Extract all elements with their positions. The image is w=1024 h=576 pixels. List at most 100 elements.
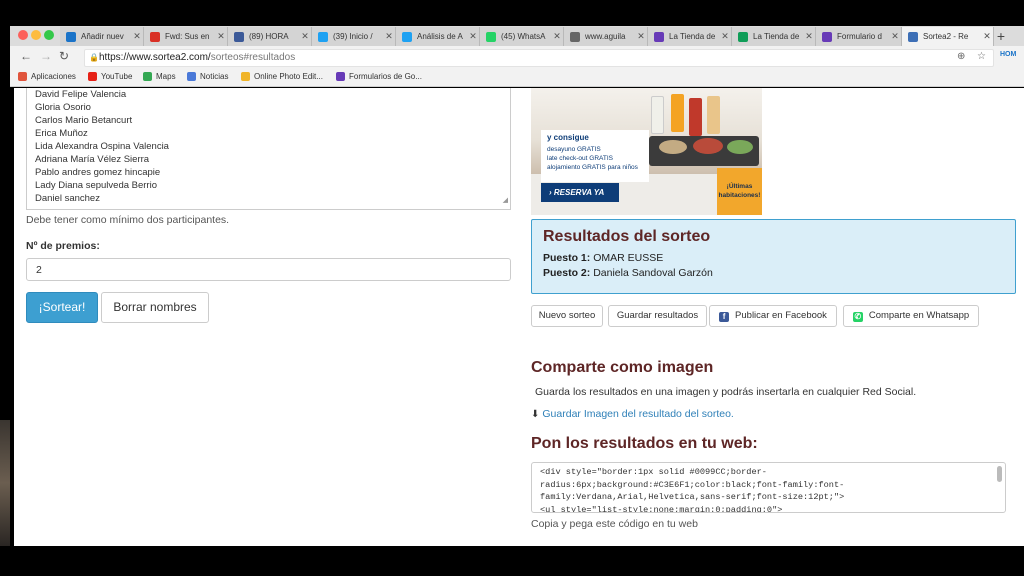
bookmark-label: Online Photo Edit...: [254, 72, 323, 81]
forward-icon[interactable]: →: [40, 49, 52, 63]
participant-name: Lida Alexandra Ospina Valencia: [35, 141, 169, 152]
participant-name: Gloria Osorio: [35, 102, 91, 113]
globe-icon: [570, 31, 580, 42]
ad-line: alojamiento GRATIS para niños: [547, 164, 638, 171]
close-tab-icon[interactable]: ✕: [981, 31, 993, 42]
save-image-link-label: Guardar Imagen del resultado del sorteo.: [542, 408, 734, 420]
ad-line: desayuno GRATIS: [547, 146, 601, 153]
save-results-button[interactable]: Guardar resultados: [608, 305, 707, 327]
bookmark-label: Formularios de Go...: [349, 72, 422, 81]
close-tab-icon[interactable]: ✕: [383, 31, 395, 42]
facebook-share-button[interactable]: f Publicar en Facebook: [709, 305, 837, 327]
bookmark-label: Maps: [156, 72, 176, 81]
maximize-window-button[interactable]: [44, 30, 54, 40]
whatsapp-icon: [486, 31, 496, 42]
minimize-window-button[interactable]: [31, 30, 41, 40]
lock-icon: 🔒: [89, 53, 99, 62]
browser-tab[interactable]: Fwd: Sus en ✕: [144, 27, 228, 46]
hotel-ad-banner[interactable]: y consigue desayuno GRATIS late check-ou…: [531, 88, 762, 215]
screen: Añadir nuev ✕ Fwd: Sus en ✕ (89) HORA ✕ (39) I…: [0, 0, 1024, 576]
participants-textarea[interactable]: David Felipe Valencia Gloria Osorio Carlos…: [26, 88, 511, 210]
news-icon: [187, 72, 196, 81]
apps-icon: [18, 72, 27, 81]
browser-tab[interactable]: La Tienda de ✕: [648, 27, 732, 46]
bookmark-item[interactable]: Aplicaciones: [18, 72, 76, 81]
bookmark-item[interactable]: Formularios de Go...: [336, 72, 422, 81]
scrollbar[interactable]: [997, 466, 1002, 482]
draw-button[interactable]: ¡Sortear!: [26, 292, 98, 323]
tab-title: (39) Inicio /: [333, 32, 373, 41]
twitter-icon: [402, 31, 412, 42]
close-tab-icon[interactable]: ✕: [803, 31, 815, 42]
twitter-icon: [318, 31, 328, 42]
address-bar[interactable]: 🔒 https://www.sortea2.com/sorteos#resulta…: [84, 49, 994, 67]
place-label: Puesto 1:: [543, 252, 591, 264]
reload-icon[interactable]: ↻: [59, 49, 69, 63]
close-tab-icon[interactable]: ✕: [215, 31, 227, 42]
close-tab-icon[interactable]: ✕: [299, 31, 311, 42]
ad-reserve-button[interactable]: › RESERVA YA: [541, 183, 619, 202]
whatsapp-share-label: Comparte en Whatsapp: [868, 310, 970, 321]
sortea2-icon: [908, 31, 918, 42]
result-row: Puesto 2: Daniela Sandoval Garzón: [543, 266, 1004, 281]
browser-tab[interactable]: Sortea2 - Re ✕: [902, 27, 994, 46]
bookmark-item[interactable]: YouTube: [88, 72, 132, 81]
tab-title: Análisis de A: [417, 32, 463, 41]
bookmark-item[interactable]: Maps: [143, 72, 176, 81]
browser-tab[interactable]: (45) WhatsA ✕: [480, 27, 564, 46]
copy-hint: Copia y pega este código en tu web: [531, 518, 698, 530]
resize-handle-icon[interactable]: ◢: [503, 194, 508, 207]
bookmark-item[interactable]: Online Photo Edit...: [241, 72, 323, 81]
tab-title: (89) HORA: [249, 32, 289, 41]
background-window-edge: [0, 420, 10, 546]
results-box: Resultados del sorteo Puesto 1: OMAR EUS…: [531, 219, 1016, 294]
browser-tab[interactable]: (89) HORA ✕: [228, 27, 312, 46]
bookmark-star-icon[interactable]: ☆: [977, 51, 986, 62]
tab-title: www.aguila: [585, 32, 626, 41]
participant-name: Daniel sanchez: [35, 193, 100, 204]
bookmark-item[interactable]: Noticias: [187, 72, 228, 81]
whatsapp-share-button[interactable]: ✆ Comparte en Whatsapp: [843, 305, 979, 327]
browser-tab[interactable]: La Tienda de ✕: [732, 27, 816, 46]
forms-icon: [654, 31, 664, 42]
browser-tab[interactable]: Formulario d ✕: [816, 27, 902, 46]
clear-names-button[interactable]: Borrar nombres: [101, 292, 209, 323]
new-tab-button[interactable]: +: [994, 27, 1008, 46]
close-tab-icon[interactable]: ✕: [719, 31, 731, 42]
ad-offer-badge: ¡Últimas habitaciones!: [717, 168, 762, 215]
embed-code-textarea[interactable]: <div style="border:1px solid #0099CC;bor…: [531, 462, 1006, 513]
ad-heading: y consigue: [547, 133, 589, 142]
new-draw-button[interactable]: Nuevo sorteo: [531, 305, 603, 327]
tab-title: La Tienda de: [753, 32, 800, 41]
ad-line: late check-out GRATIS: [547, 155, 613, 162]
participant-name: David Felipe Valencia: [35, 89, 127, 100]
ad-promo: y consigue desayuno GRATIS late check-ou…: [541, 130, 649, 182]
close-tab-icon[interactable]: ✕: [131, 31, 143, 42]
browser-tab[interactable]: (39) Inicio / ✕: [312, 27, 396, 46]
extension-icon[interactable]: HOM: [1000, 51, 1016, 58]
embed-code: <div style="border:1px solid #0099CC;bor…: [540, 467, 845, 513]
maps-icon: [143, 72, 152, 81]
browser-tab[interactable]: Análisis de A ✕: [396, 27, 480, 46]
back-icon[interactable]: ←: [20, 49, 32, 63]
close-tab-icon[interactable]: ✕: [889, 31, 901, 42]
save-image-link[interactable]: ⬇ Guardar Imagen del resultado del sorteo…: [531, 408, 734, 420]
close-tab-icon[interactable]: ✕: [635, 31, 647, 42]
whatsapp-icon: ✆: [852, 312, 863, 322]
bookmark-label: Noticias: [200, 72, 229, 81]
browser-tab[interactable]: www.aguila ✕: [564, 27, 648, 46]
close-window-button[interactable]: [18, 30, 28, 40]
photo-editor-icon: [241, 72, 250, 81]
close-tab-icon[interactable]: ✕: [467, 31, 479, 42]
page-content: David Felipe Valencia Gloria Osorio Carlos…: [14, 88, 1024, 546]
prizes-input[interactable]: [26, 258, 511, 281]
browser-tab[interactable]: Añadir nuev ✕: [60, 27, 144, 46]
download-icon: ⬇: [531, 409, 540, 420]
participant-name: Pablo andres gomez hincapie: [35, 167, 161, 178]
participant-name: Erica Muñoz: [35, 128, 88, 139]
winner-name: Daniela Sandoval Garzón: [593, 267, 713, 279]
tab-title: La Tienda de: [669, 32, 716, 41]
url-tail: sorteos#resultados: [210, 52, 296, 63]
zoom-icon[interactable]: ⊕: [957, 51, 965, 62]
close-tab-icon[interactable]: ✕: [551, 31, 563, 42]
